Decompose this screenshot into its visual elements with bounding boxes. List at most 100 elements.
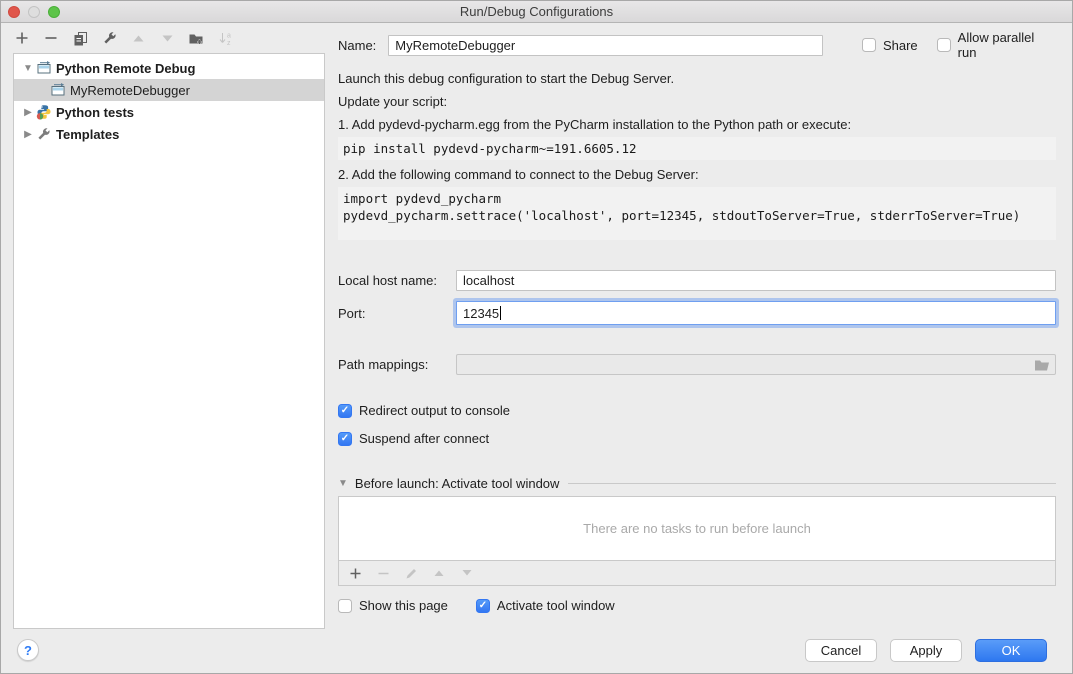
- show-this-page-checkbox[interactable]: [338, 599, 352, 613]
- sort-az-icon: a z: [218, 31, 233, 46]
- section-divider: [568, 483, 1056, 484]
- copy-configuration-button[interactable]: [72, 30, 88, 46]
- allow-parallel-run-label: Allow parallel run: [958, 30, 1056, 60]
- copy-icon: [73, 31, 88, 46]
- svg-text:z: z: [227, 40, 231, 46]
- text-cursor: [500, 306, 501, 320]
- remote-debug-config-icon: [50, 82, 68, 98]
- minus-icon: [44, 31, 58, 45]
- port-label: Port:: [338, 306, 456, 321]
- move-task-down-button[interactable]: [459, 565, 475, 581]
- move-down-button[interactable]: [159, 30, 175, 46]
- tree-item-python-tests[interactable]: ▶ Python tests: [14, 101, 324, 123]
- remove-configuration-button[interactable]: [43, 30, 59, 46]
- port-input[interactable]: 12345: [456, 301, 1056, 325]
- redirect-output-label: Redirect output to console: [359, 403, 510, 418]
- main-area: a z ▼ Python Rem: [1, 23, 1072, 633]
- pencil-icon: [405, 567, 418, 580]
- configurations-toolbar: a z: [1, 23, 326, 53]
- close-window-button[interactable]: [8, 6, 20, 18]
- path-mappings-input[interactable]: [456, 354, 1056, 375]
- edit-task-button[interactable]: [403, 565, 419, 581]
- activate-tool-window-checkbox[interactable]: [476, 599, 490, 613]
- path-mappings-label: Path mappings:: [338, 357, 456, 372]
- collapse-arrow-icon[interactable]: ▶: [20, 129, 36, 140]
- expand-arrow-icon[interactable]: ▼: [20, 63, 36, 74]
- ok-button[interactable]: OK: [975, 639, 1047, 662]
- wrench-icon: [102, 31, 117, 46]
- share-label: Share: [883, 38, 918, 53]
- allow-parallel-run-group: Allow parallel run: [937, 30, 1056, 60]
- redirect-output-checkbox[interactable]: [338, 404, 352, 418]
- tree-item-label: Python Remote Debug: [56, 61, 195, 76]
- triangle-down-icon: [461, 567, 473, 579]
- traffic-lights: [8, 6, 60, 18]
- configurations-tree: ▼ Python Remote Debug: [13, 53, 325, 629]
- triangle-up-icon: [433, 567, 445, 579]
- configuration-editor: Name: Share Allow parallel run Launch th…: [326, 23, 1072, 633]
- triangle-up-icon: [132, 32, 145, 45]
- share-checkbox[interactable]: [862, 38, 876, 52]
- run-debug-configurations-dialog: Run/Debug Configurations: [0, 0, 1073, 674]
- remove-task-button[interactable]: [375, 565, 391, 581]
- redirect-output-row: Redirect output to console: [338, 403, 1056, 418]
- new-folder-button[interactable]: [188, 30, 204, 46]
- collapse-section-arrow-icon[interactable]: ▼: [338, 478, 348, 489]
- port-value: 12345: [463, 306, 499, 321]
- tree-item-label: MyRemoteDebugger: [70, 83, 190, 98]
- edit-defaults-button[interactable]: [101, 30, 117, 46]
- help-button[interactable]: ?: [17, 639, 39, 661]
- plus-icon: [349, 567, 362, 580]
- add-task-button[interactable]: [347, 565, 363, 581]
- update-script-text: Update your script:: [338, 94, 1056, 110]
- step2-text: 2. Add the following command to connect …: [338, 167, 1056, 183]
- task-list-toolbar: [338, 560, 1056, 586]
- name-input[interactable]: [388, 35, 823, 56]
- settrace-code: import pydevd_pycharm pydevd_pycharm.sett…: [338, 187, 1056, 240]
- suspend-after-connect-checkbox[interactable]: [338, 432, 352, 446]
- tree-item-label: Templates: [56, 127, 119, 142]
- share-group: Share: [862, 38, 918, 53]
- allow-parallel-run-checkbox[interactable]: [937, 38, 951, 52]
- tree-item-label: Python tests: [56, 105, 134, 120]
- move-up-button[interactable]: [130, 30, 146, 46]
- page-options-row: Show this page Activate tool window: [338, 598, 1056, 613]
- window-title: Run/Debug Configurations: [460, 4, 613, 19]
- local-host-name-label: Local host name:: [338, 273, 456, 288]
- move-task-up-button[interactable]: [431, 565, 447, 581]
- collapse-arrow-icon[interactable]: ▶: [20, 107, 36, 118]
- before-launch-task-list[interactable]: There are no tasks to run before launch: [338, 496, 1056, 560]
- before-launch-header: ▼ Before launch: Activate tool window: [338, 476, 1056, 491]
- tree-item-python-remote-debug[interactable]: ▼ Python Remote Debug: [14, 57, 324, 79]
- code-line-1: import pydevd_pycharm: [343, 191, 501, 206]
- svg-text:a: a: [227, 32, 231, 39]
- zoom-window-button[interactable]: [48, 6, 60, 18]
- remote-debug-config-icon: [36, 60, 54, 76]
- sort-configurations-button[interactable]: a z: [217, 30, 233, 46]
- left-panel: a z ▼ Python Rem: [1, 23, 326, 633]
- minus-icon: [377, 567, 390, 580]
- activate-tool-window-label: Activate tool window: [497, 598, 615, 613]
- empty-task-list-text: There are no tasks to run before launch: [583, 521, 811, 536]
- titlebar: Run/Debug Configurations: [1, 1, 1072, 23]
- suspend-after-connect-row: Suspend after connect: [338, 431, 1056, 446]
- dialog-footer: ? Cancel Apply OK: [1, 633, 1072, 673]
- templates-wrench-icon: [36, 126, 54, 142]
- add-configuration-button[interactable]: [14, 30, 30, 46]
- plus-icon: [15, 31, 29, 45]
- tree-item-templates[interactable]: ▶ Templates: [14, 123, 324, 145]
- cancel-button[interactable]: Cancel: [805, 639, 877, 662]
- help-question-icon: ?: [24, 643, 32, 658]
- tree-item-myremotedebugger[interactable]: MyRemoteDebugger: [14, 79, 324, 101]
- code-line-2: pydevd_pycharm.settrace('localhost', por…: [343, 208, 1020, 223]
- folder-plus-icon: [188, 31, 204, 46]
- suspend-after-connect-label: Suspend after connect: [359, 431, 489, 446]
- python-tests-icon: [36, 104, 54, 120]
- local-host-name-input[interactable]: [456, 270, 1056, 291]
- pip-command-code: pip install pydevd-pycharm~=191.6605.12: [338, 137, 1056, 160]
- triangle-down-icon: [161, 32, 174, 45]
- apply-button[interactable]: Apply: [890, 639, 962, 662]
- minimize-window-button[interactable]: [28, 6, 40, 18]
- intro-text: Launch this debug configuration to start…: [338, 71, 1056, 87]
- browse-folder-icon[interactable]: [1034, 358, 1050, 371]
